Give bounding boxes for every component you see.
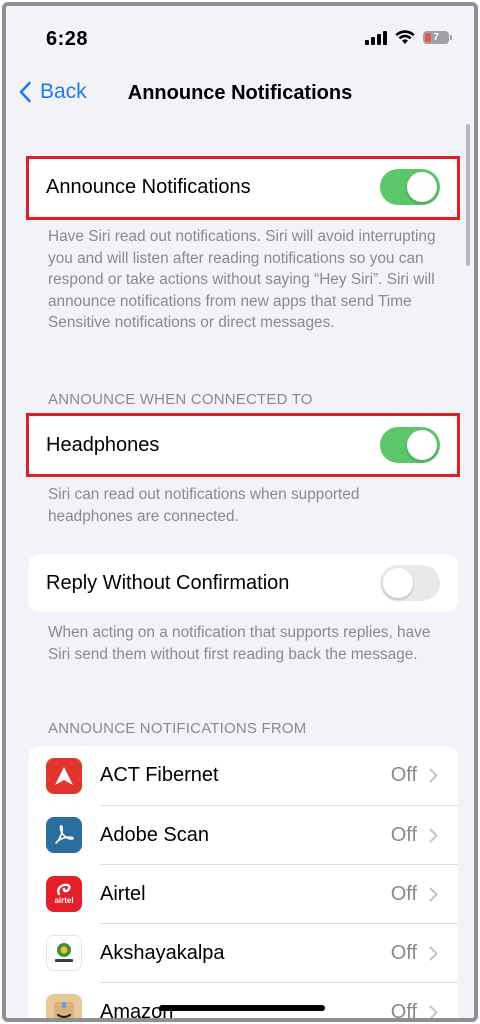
connected-section-header: ANNOUNCE WHEN CONNECTED TO: [48, 391, 313, 408]
home-indicator[interactable]: [159, 1005, 325, 1011]
app-value: Off: [390, 1000, 417, 1022]
chevron-right-icon: [429, 887, 438, 901]
reply-card: Reply Without Confirmation: [28, 554, 458, 612]
app-value: Off: [390, 882, 417, 905]
list-item-act-fibernet[interactable]: ACT Fibernet Off: [28, 746, 458, 805]
status-time: 6:28: [46, 28, 89, 50]
reply-without-confirmation-toggle[interactable]: [380, 565, 440, 601]
list-item-adobe-scan[interactable]: Adobe Scan Off: [28, 805, 458, 864]
apps-section-header: ANNOUNCE NOTIFICATIONS FROM: [48, 720, 307, 737]
phone-screen: 6:28 7 Back Announce Notifications Annou…: [2, 2, 478, 1022]
announce-footer: Have Siri read out notifications. Siri w…: [48, 228, 436, 332]
app-value: Off: [390, 823, 417, 846]
app-name: Akshayakalpa: [100, 941, 225, 964]
chevron-right-icon: [429, 828, 438, 842]
navigation-bar: Back Announce Notifications: [6, 66, 474, 116]
page-title: Announce Notifications: [127, 82, 353, 104]
act-fibernet-icon: [46, 757, 82, 794]
reply-footer: When acting on a notification that suppo…: [48, 624, 431, 663]
app-name: Airtel: [100, 882, 146, 905]
akshayakalpa-icon: [46, 934, 82, 971]
list-item-akshayakalpa[interactable]: Akshayakalpa Off: [28, 923, 458, 982]
app-name: ACT Fibernet: [100, 764, 219, 786]
app-value: Off: [390, 941, 417, 964]
chevron-right-icon: [429, 946, 438, 960]
chevron-right-icon: [429, 1005, 438, 1018]
airtel-icon-label: airtel: [54, 896, 74, 905]
headphones-footer: Siri can read out notifications when sup…: [48, 486, 360, 525]
app-name: Adobe Scan: [100, 823, 209, 846]
apps-list: ACT Fibernet Off Adobe Scan Off airtel A…: [28, 746, 458, 1022]
battery-level: 7: [433, 32, 439, 43]
reply-without-confirmation-row: Reply Without Confirmation: [28, 554, 458, 612]
airtel-icon: airtel: [46, 875, 82, 912]
adobe-scan-icon: [46, 816, 82, 853]
highlight-announce: [26, 156, 460, 220]
amazon-icon: [46, 993, 82, 1018]
list-item-amazon[interactable]: Amazon Off: [28, 982, 458, 1022]
app-value: Off: [390, 764, 417, 786]
highlight-headphones: [26, 413, 460, 477]
cellular-signal-icon: [365, 30, 387, 45]
chevron-right-icon: [429, 768, 438, 783]
app-name: Amazon: [100, 1000, 174, 1022]
status-icons: 7: [365, 30, 452, 45]
status-bar: 6:28 7: [6, 6, 474, 66]
battery-icon: 7: [423, 31, 452, 44]
scroll-indicator[interactable]: [466, 124, 470, 266]
list-item-airtel[interactable]: airtel Airtel Off: [28, 864, 458, 923]
reply-without-confirmation-label: Reply Without Confirmation: [46, 571, 290, 594]
wifi-icon: [395, 30, 415, 44]
